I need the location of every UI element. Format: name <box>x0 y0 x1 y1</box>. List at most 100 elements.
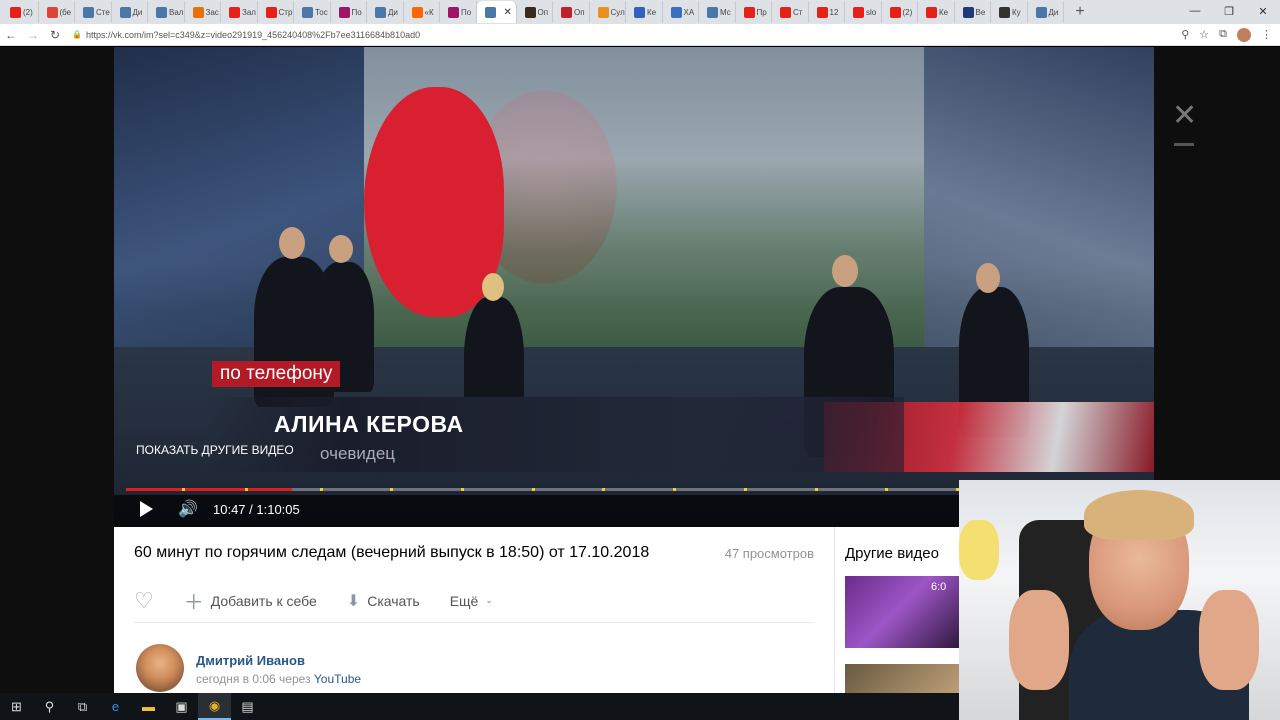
tab-label: Оп <box>574 7 585 17</box>
play-button[interactable] <box>140 501 153 517</box>
volume-icon[interactable]: 🔊 <box>178 499 198 519</box>
browser-tab[interactable]: Зал <box>221 1 258 23</box>
browser-tab[interactable]: Тос <box>294 1 331 23</box>
tab-label: Ст <box>793 7 803 17</box>
source-link[interactable]: YouTube <box>314 672 361 686</box>
browser-tab[interactable]: Стр <box>258 1 294 23</box>
chapter-tick <box>743 488 747 491</box>
author-name[interactable]: Дмитрий Иванов <box>196 653 305 668</box>
webcam-background-object <box>959 520 999 580</box>
app-icon[interactable]: ▤ <box>231 693 264 720</box>
tab-label: Ке <box>647 7 657 17</box>
more-button[interactable]: Ещё ⌄ <box>450 593 493 609</box>
tab-favicon-icon <box>962 6 974 18</box>
browser-tab[interactable]: Сте <box>75 1 112 23</box>
chapter-tick <box>244 488 248 491</box>
search-icon[interactable]: ⚲ <box>33 693 66 720</box>
app-icon[interactable]: ▣ <box>165 693 198 720</box>
browser-tab[interactable]: Ди <box>112 1 148 23</box>
browser-tab[interactable]: Ди <box>367 1 404 23</box>
download-button[interactable]: ⬇ Скачать <box>347 591 420 611</box>
browser-tab[interactable]: (бе <box>39 1 75 23</box>
tab-label: 12 <box>829 7 839 17</box>
tab-label: Вал <box>169 7 184 17</box>
video-player[interactable]: по телефону АЛИНА КЕРОВА очевидец ПОКАЗА… <box>114 47 1154 527</box>
tab-label: slo <box>866 7 877 17</box>
author-avatar[interactable] <box>136 644 184 692</box>
tab-label: Ди <box>132 7 143 17</box>
browser-tab[interactable]: Ст <box>772 1 809 23</box>
tab-label: Тос <box>315 7 328 17</box>
browser-tab[interactable]: Ку <box>991 1 1028 23</box>
back-icon[interactable]: ← <box>0 28 22 42</box>
tab-favicon-icon <box>411 6 423 18</box>
add-to-mine-button[interactable]: ＋ Добавить к себе <box>184 586 317 615</box>
reload-icon[interactable]: ↻ <box>44 28 66 42</box>
video-thumbnail[interactable] <box>845 576 965 648</box>
browser-tab[interactable]: Ке <box>626 1 663 23</box>
browser-tab[interactable]: 12 <box>809 1 845 23</box>
tab-favicon-icon <box>1035 6 1047 18</box>
webcam-person-hand <box>1199 590 1259 690</box>
tab-label: Сте <box>96 7 110 17</box>
browser-tab[interactable]: Ке <box>918 1 955 23</box>
browser-tab[interactable]: Вал <box>148 1 185 23</box>
show-other-videos-button[interactable]: ПОКАЗАТЬ ДРУГИЕ ВИДЕО <box>136 443 294 457</box>
browser-tab[interactable]: Ве <box>955 1 991 23</box>
browser-tab[interactable]: Оп <box>517 1 553 23</box>
tab-strip: (2) (бе Сте Ди Вал Зас Зал Стр Тос По Ди «К По ✕ Оп Оп С… <box>0 0 1280 24</box>
edge-icon[interactable]: e <box>99 693 132 720</box>
explorer-icon[interactable]: ▬ <box>132 693 165 720</box>
tab-favicon-icon <box>10 6 21 18</box>
maximize-window-button[interactable]: ❐ <box>1212 0 1246 22</box>
browser-tab[interactable]: Мс <box>699 1 736 23</box>
browser-tab[interactable]: ✕ <box>476 1 517 23</box>
studio-person-head <box>482 273 504 301</box>
tab-label: «К <box>424 7 434 17</box>
address-bar[interactable]: 🔒 https://vk.com/im?sel=c349&z=video2919… <box>72 26 1173 44</box>
tab-favicon-icon <box>83 6 94 18</box>
minimize-window-button[interactable]: — <box>1178 0 1212 22</box>
tab-favicon-icon <box>119 6 131 18</box>
like-button[interactable]: ♡ <box>134 588 154 614</box>
close-window-button[interactable]: ✕ <box>1246 0 1280 22</box>
tab-favicon-icon <box>853 6 864 18</box>
browser-tab[interactable]: По <box>440 1 477 23</box>
tab-label: Мс <box>720 7 731 17</box>
tab-favicon-icon <box>561 6 572 18</box>
chapter-tick <box>390 488 394 491</box>
browser-tab[interactable]: Ди <box>1028 1 1064 23</box>
minimize-video-icon[interactable] <box>1174 143 1194 146</box>
browser-tab[interactable]: По <box>331 1 367 23</box>
menu-dots-icon[interactable]: ⋮ <box>1261 28 1272 41</box>
tab-favicon-icon <box>524 6 536 18</box>
extension-icon[interactable]: ⧉ <box>1219 28 1227 41</box>
zoom-icon[interactable]: ⚲ <box>1181 28 1189 41</box>
tab-favicon-icon <box>338 6 350 18</box>
close-video-icon[interactable]: ✕ <box>1172 101 1197 131</box>
browser-tab[interactable]: Пр <box>736 1 772 23</box>
browser-tab[interactable]: Зас <box>185 1 221 23</box>
browser-tab[interactable]: Оп <box>553 1 590 23</box>
chrome-icon[interactable]: ◉ <box>198 693 231 720</box>
browser-tab[interactable]: slo <box>845 1 882 23</box>
start-icon[interactable]: ⊞ <box>0 693 33 720</box>
browser-tab[interactable]: (2) <box>882 1 918 23</box>
chapter-tick <box>673 488 677 491</box>
plus-icon: ＋ <box>183 592 204 614</box>
tab-label: Сул <box>610 7 625 17</box>
browser-tab[interactable]: Сул <box>590 1 626 23</box>
profile-avatar[interactable] <box>1237 27 1251 42</box>
video-thumbnail[interactable] <box>845 664 965 694</box>
forward-icon[interactable]: → <box>22 28 44 42</box>
close-tab-icon[interactable]: ✕ <box>504 7 512 18</box>
browser-tab[interactable]: (2) <box>2 1 39 23</box>
download-icon: ⬇ <box>346 592 361 610</box>
browser-tab[interactable]: ХА <box>663 1 699 23</box>
browser-tab[interactable]: «К <box>404 1 440 23</box>
new-tab-button[interactable]: + <box>1070 3 1090 21</box>
tab-label: (2) <box>23 7 33 17</box>
task-view-icon[interactable]: ⧉ <box>66 693 99 720</box>
progress-bar[interactable] <box>126 488 959 491</box>
bookmark-star-icon[interactable]: ☆ <box>1199 28 1209 41</box>
